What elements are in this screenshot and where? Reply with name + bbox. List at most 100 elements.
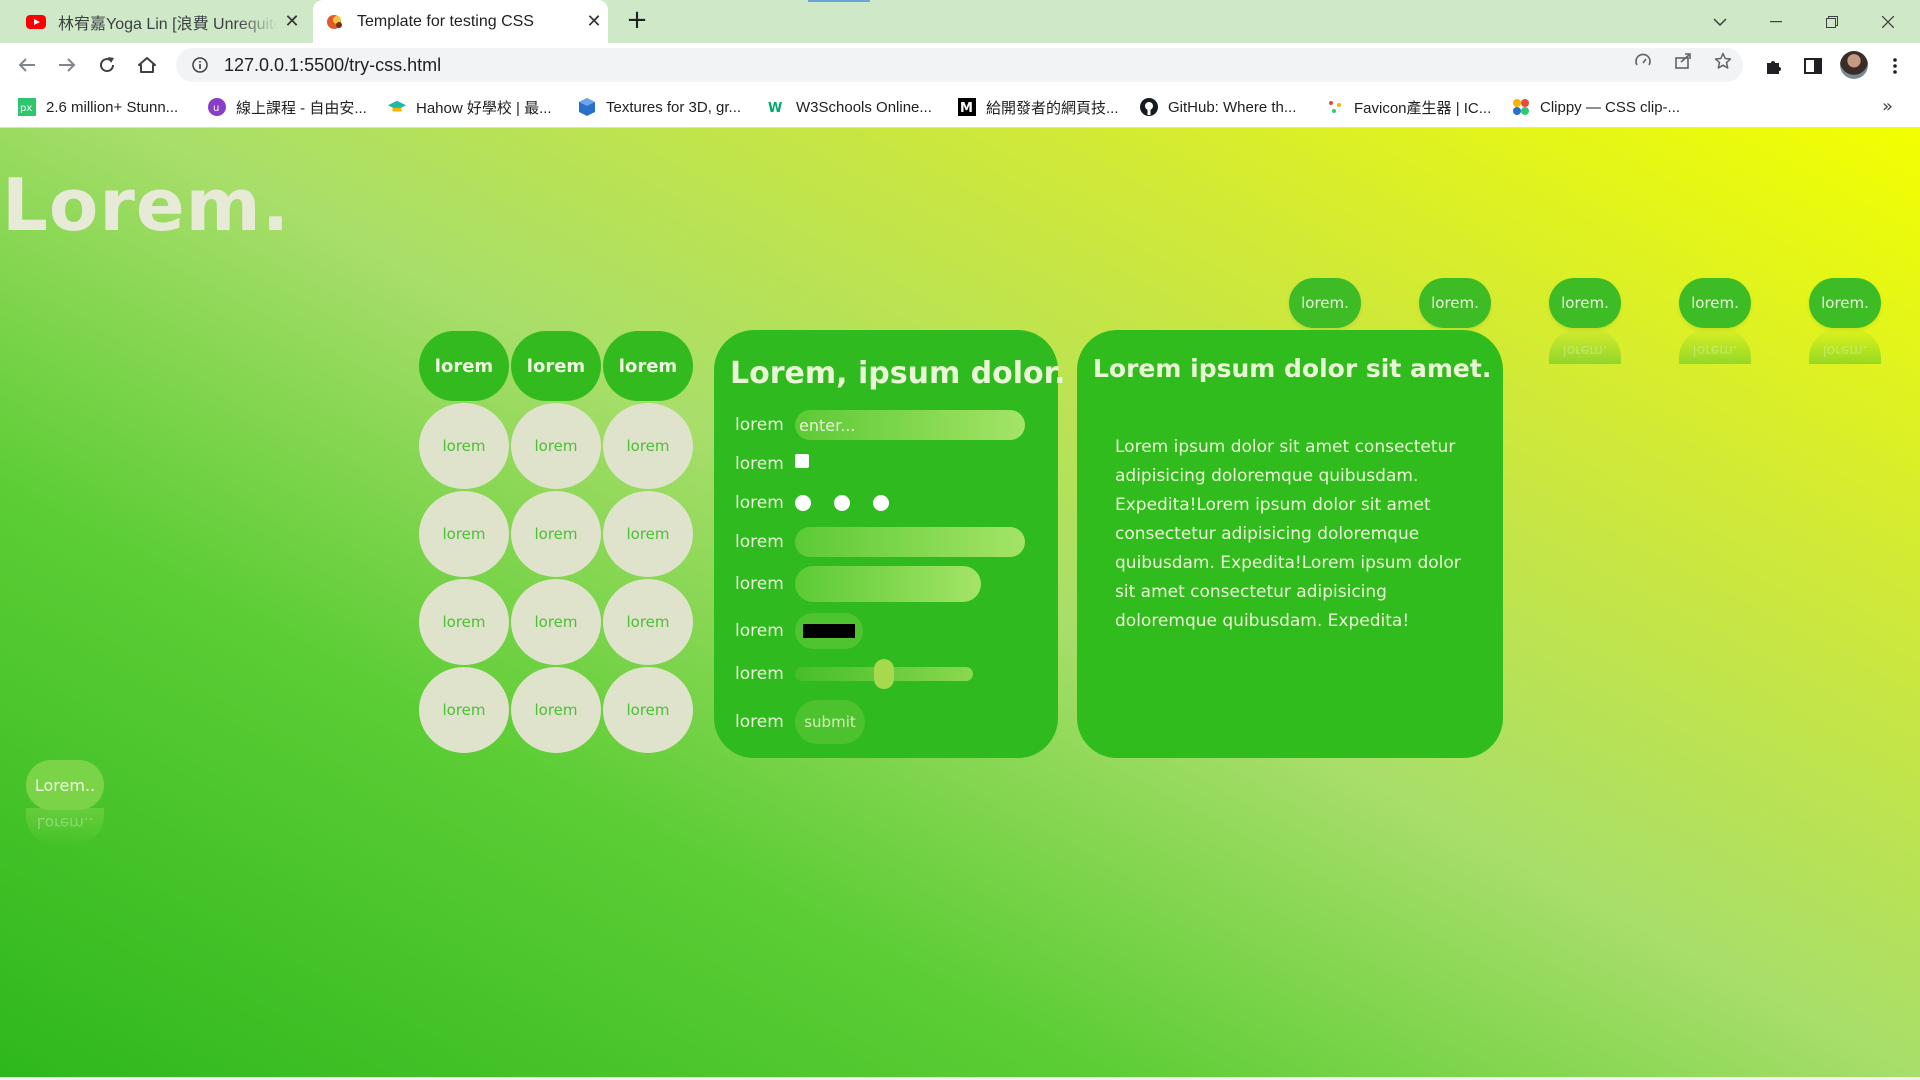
form-title: Lorem, ipsum dolor. <box>730 356 1066 391</box>
tab-title: Template for testing CSS <box>357 12 534 30</box>
close-tab-icon[interactable]: ✕ <box>580 11 608 32</box>
forward-icon[interactable] <box>52 50 82 80</box>
bookmark-pixabay[interactable]: px 2.6 million+ Stunn... <box>18 88 178 126</box>
form-row-text: lorem enter... <box>735 410 1025 440</box>
home-icon[interactable] <box>132 50 162 80</box>
field-label: lorem <box>735 454 784 474</box>
page-viewport: Lorem. lorem. lorem. lorem. lorem. lorem… <box>0 128 1920 1080</box>
minimize-icon[interactable] <box>1748 0 1804 43</box>
color-swatch <box>803 624 855 638</box>
field-label: lorem <box>735 712 784 732</box>
bookmark-star-icon[interactable] <box>1712 50 1734 72</box>
pill-reflection: lorem. <box>1679 328 1751 364</box>
radio-button[interactable] <box>834 495 850 511</box>
top-pill-button[interactable]: lorem. <box>1809 278 1881 328</box>
grid-cell[interactable]: lorem <box>603 491 693 577</box>
color-picker[interactable] <box>795 613 863 649</box>
bookmark-textures[interactable]: Textures for 3D, gr... <box>578 88 741 126</box>
form-row-range: lorem <box>735 659 973 689</box>
text-card: Lorem ipsum dolor sit amet. Lorem ipsum … <box>1077 330 1503 758</box>
text-card-body: Lorem ipsum dolor sit amet consectetur a… <box>1115 437 1461 631</box>
grid-cell[interactable]: lorem <box>419 579 509 665</box>
top-pill-button[interactable]: lorem. <box>1549 278 1621 328</box>
tab-title: 林宥嘉Yoga Lin [浪費 Unrequited Love] <box>58 15 278 33</box>
field-label: lorem <box>735 621 784 641</box>
checkbox[interactable] <box>795 454 809 468</box>
profile-avatar[interactable] <box>1840 51 1868 79</box>
side-panel-icon[interactable] <box>1802 55 1824 77</box>
grid-cell[interactable]: lorem <box>419 491 509 577</box>
grid-cell[interactable]: lorem <box>603 403 693 489</box>
grid-cell[interactable]: lorem <box>419 667 509 753</box>
bookmarks-overflow-button[interactable]: » <box>1882 96 1893 117</box>
mdn-icon: M <box>958 98 976 116</box>
grid-cell[interactable]: lorem <box>511 667 601 753</box>
reload-icon[interactable] <box>92 50 122 80</box>
bookmark-mdn[interactable]: M 給開發者的網頁技... <box>958 88 1119 126</box>
top-pill-button[interactable]: lorem. <box>1289 278 1361 328</box>
grid-cell[interactable]: lorem <box>511 579 601 665</box>
form-card: Lorem, ipsum dolor. lorem enter... lorem… <box>714 330 1066 758</box>
grid-cell[interactable]: lorem <box>511 491 601 577</box>
radio-button[interactable] <box>873 495 889 511</box>
svg-text:M: M <box>960 101 973 116</box>
close-icon[interactable] <box>1860 0 1916 43</box>
grid-cell[interactable]: lorem <box>511 403 601 489</box>
cube-icon <box>578 98 596 116</box>
pixabay-icon: px <box>18 98 36 116</box>
tab-strip: 林宥嘉Yoga Lin [浪費 Unrequited Love] ✕ Templ… <box>0 0 1920 43</box>
clippy-icon <box>1512 98 1530 116</box>
bookmark-clippy[interactable]: Clippy — CSS clip-... <box>1512 88 1680 126</box>
hahow-icon <box>388 98 406 116</box>
close-tab-icon[interactable]: ✕ <box>278 11 306 32</box>
page-favicon-icon <box>325 12 345 32</box>
svg-text:u: u <box>213 103 219 114</box>
tab-strip-indicator <box>808 0 870 2</box>
grid-header-button[interactable]: lorem <box>419 331 509 401</box>
submit-button[interactable]: submit <box>795 700 865 744</box>
bookmark-favicon[interactable]: Favicon產生器 | IC... <box>1326 88 1491 126</box>
svg-text:px: px <box>20 103 32 114</box>
form-row-checkbox: lorem <box>735 449 809 479</box>
corner-button[interactable]: Lorem.. <box>26 760 104 810</box>
w3schools-icon: W <box>768 98 786 116</box>
radio-button[interactable] <box>795 495 811 511</box>
site-info-icon[interactable] <box>190 55 210 75</box>
slider-thumb[interactable] <box>874 659 894 689</box>
field-label: lorem <box>735 415 784 435</box>
range-slider[interactable] <box>795 659 973 689</box>
tab-template[interactable]: Template for testing CSS ✕ <box>313 0 608 43</box>
bookmark-hahow[interactable]: Hahow 好學校 | 最... <box>388 88 552 126</box>
grid-header-button[interactable]: lorem <box>603 331 693 401</box>
bookmark-github[interactable]: GitHub: Where th... <box>1140 88 1296 126</box>
grid-header-button[interactable]: lorem <box>511 331 601 401</box>
text-input[interactable]: enter... <box>795 410 1025 440</box>
grid-cell[interactable]: lorem <box>603 667 693 753</box>
share-icon[interactable] <box>1672 50 1694 72</box>
chevron-down-icon[interactable] <box>1692 0 1748 43</box>
new-tab-button[interactable]: + <box>622 6 652 36</box>
grid-cell[interactable]: lorem <box>603 579 693 665</box>
address-bar[interactable]: 127.0.0.1:5500/try-css.html <box>176 48 1743 82</box>
url-text[interactable]: 127.0.0.1:5500/try-css.html <box>224 55 1743 76</box>
pill-reflection: lorem. <box>1809 328 1881 364</box>
field-label: lorem <box>735 532 784 552</box>
extensions-icon[interactable] <box>1762 55 1784 77</box>
restore-icon[interactable] <box>1804 0 1860 43</box>
bookmark-w3schools[interactable]: W W3Schools Online... <box>768 88 932 126</box>
text-input[interactable] <box>795 527 1025 557</box>
top-pill-button[interactable]: lorem. <box>1419 278 1491 328</box>
bookmark-online-course[interactable]: u 線上課程 - 自由安... <box>208 88 367 126</box>
github-icon <box>1140 98 1158 116</box>
form-row-submit: lorem submit <box>735 700 865 744</box>
back-icon[interactable] <box>12 50 42 80</box>
top-pill-button[interactable]: lorem. <box>1679 278 1751 328</box>
grid-cell[interactable]: lorem <box>419 403 509 489</box>
form-row-field4: lorem <box>735 527 1025 557</box>
field-label: lorem <box>735 493 784 513</box>
text-input[interactable] <box>795 566 981 602</box>
browser-menu-icon[interactable] <box>1884 55 1906 77</box>
tab-youtube[interactable]: 林宥嘉Yoga Lin [浪費 Unrequited Love] ✕ <box>16 0 306 43</box>
install-app-icon[interactable] <box>1632 50 1654 72</box>
field-label: lorem <box>735 664 784 684</box>
